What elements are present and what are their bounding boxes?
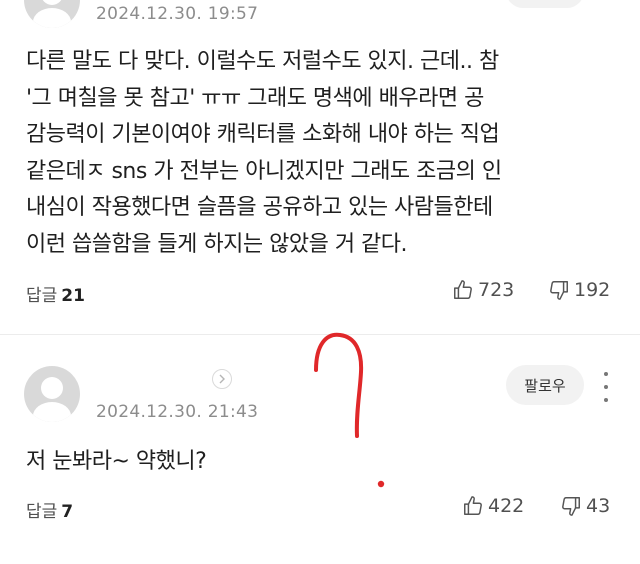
dislike-button[interactable]: 43 xyxy=(560,495,610,517)
avatar[interactable] xyxy=(24,366,80,422)
comment-line: '그 며칠을 못 참고' ㅠㅠ 그래도 명색에 배우라면 공 xyxy=(26,85,484,111)
more-vertical-icon[interactable] xyxy=(598,372,614,402)
author-name[interactable] xyxy=(92,368,212,390)
reply-label: 답글 xyxy=(26,286,58,306)
reply-count: 21 xyxy=(61,286,85,306)
reply-button[interactable]: 답글 21 xyxy=(26,281,85,306)
comment-timestamp: 2024.12.30. 21:43 xyxy=(96,402,259,422)
like-button[interactable]: 723 xyxy=(452,279,514,301)
reply-button[interactable]: 답글 7 xyxy=(26,497,73,522)
like-button[interactable]: 422 xyxy=(462,495,524,517)
comment-text: 저 눈봐라~ 약했니? xyxy=(26,444,207,481)
dislike-count: 43 xyxy=(586,495,611,517)
dislike-count: 192 xyxy=(574,279,611,301)
thumbs-down-icon xyxy=(550,281,568,300)
comment-line: 내심이 작용했다면 슬픔을 공유하고 있는 사람들한테 xyxy=(26,195,493,220)
comment-line: 다른 말도 다 맞다. 이럴수도 저럴수도 있지. 근데.. 참 xyxy=(26,49,499,74)
default-avatar-icon xyxy=(33,0,71,28)
comment-line: 감능력이 기본이여야 캐릭터를 소화해 내야 하는 직업 xyxy=(26,122,500,147)
like-count: 723 xyxy=(478,279,515,301)
avatar[interactable] xyxy=(24,0,80,28)
chevron-right-icon xyxy=(219,374,225,384)
reply-count: 7 xyxy=(61,502,74,522)
comment-line: 같은데ㅈ sns 가 전부는 아니겠지만 그래도 조금의 인 xyxy=(26,158,502,184)
comment-divider xyxy=(0,334,640,335)
follow-button[interactable]: 팔로우 xyxy=(506,365,584,405)
dislike-button[interactable]: 192 xyxy=(548,279,610,301)
reply-label: 답글 xyxy=(26,502,58,522)
like-count: 422 xyxy=(488,495,525,517)
comment-timestamp: 2024.12.30. 19:57 xyxy=(96,4,259,24)
comment-line: 이런 씁쓸함을 들게 하지는 않았을 거 같다. xyxy=(26,231,408,257)
thumbs-up-icon xyxy=(464,496,482,515)
comment-line: 저 눈봐라~ 약했니? xyxy=(26,449,207,474)
profile-link[interactable] xyxy=(212,369,232,389)
follow-button[interactable] xyxy=(506,0,584,8)
default-avatar-icon xyxy=(33,377,71,422)
comment-text: 다른 말도 다 맞다. 이럴수도 저럴수도 있지. 근데.. 참 '그 며칠을 … xyxy=(26,44,502,263)
thumbs-down-icon xyxy=(562,497,580,516)
thumbs-up-icon xyxy=(454,280,472,299)
